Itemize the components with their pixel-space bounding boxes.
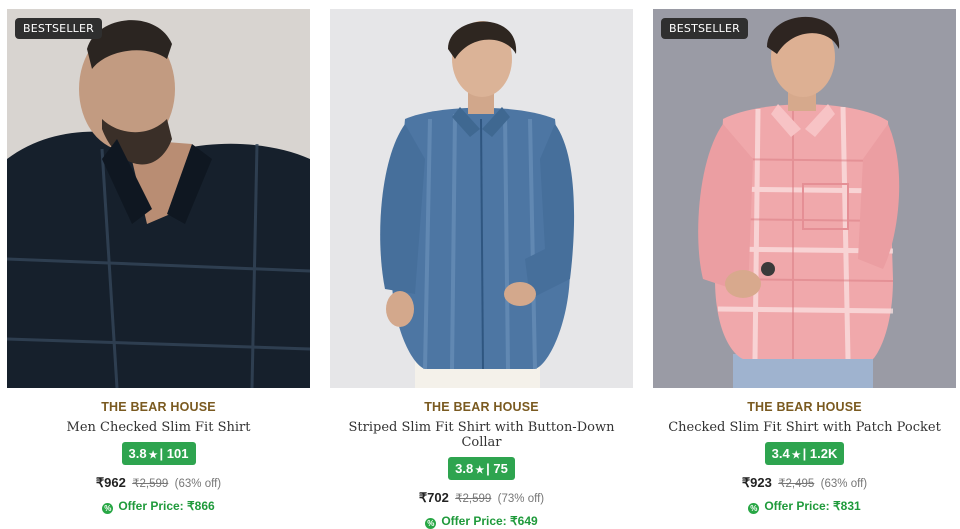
star-icon: ★	[475, 465, 485, 476]
product-brand[interactable]: THE BEAR HOUSE	[7, 400, 310, 414]
mrp-price: ₹2,599	[132, 478, 169, 490]
mrp-price: ₹2,495	[778, 478, 815, 490]
product-image[interactable]: BESTSELLER	[653, 9, 956, 388]
product-photo	[330, 9, 633, 388]
product-photo	[653, 9, 956, 388]
rating-badge: 3.4 ★ | 1.2K	[764, 442, 845, 465]
product-brand[interactable]: THE BEAR HOUSE	[330, 400, 633, 414]
product-title[interactable]: Checked Slim Fit Shirt with Patch Pocket	[653, 420, 956, 435]
rating-badge: 3.8 ★ | 75	[448, 457, 515, 480]
product-image[interactable]: BESTSELLER	[7, 9, 310, 388]
mrp-price: ₹2,599	[455, 493, 492, 505]
price-line: ₹962 ₹2,599 (63% off)	[7, 475, 310, 491]
product-info: THE BEAR HOUSE Striped Slim Fit Shirt wi…	[330, 400, 633, 529]
discount-percent: (63% off)	[174, 478, 222, 490]
rating-count: 75	[493, 461, 508, 476]
product-photo	[7, 9, 310, 388]
offer-price-line: % Offer Price: ₹831	[653, 499, 956, 514]
product-card[interactable]: BESTSELLER THE BEAR HOUSE Men Checked Sl…	[7, 9, 310, 529]
offer-price-line: % Offer Price: ₹649	[330, 514, 633, 529]
offer-price-line: % Offer Price: ₹866	[7, 499, 310, 514]
product-card[interactable]: BESTSELLER THE BEAR HOUSE Checked Slim F…	[653, 9, 956, 529]
offer-percent-icon: %	[425, 518, 437, 529]
offer-price: ₹649	[510, 514, 538, 528]
product-info: THE BEAR HOUSE Men Checked Slim Fit Shir…	[7, 400, 310, 514]
product-title[interactable]: Striped Slim Fit Shirt with Button-Down …	[330, 420, 633, 450]
rating-count: 1.2K	[809, 446, 838, 461]
rating-value: 3.4	[771, 446, 790, 461]
product-brand[interactable]: THE BEAR HOUSE	[653, 400, 956, 414]
product-info: THE BEAR HOUSE Checked Slim Fit Shirt wi…	[653, 400, 956, 514]
product-grid: BESTSELLER THE BEAR HOUSE Men Checked Sl…	[0, 0, 960, 529]
product-title[interactable]: Men Checked Slim Fit Shirt	[7, 420, 310, 435]
rating-value: 3.8	[128, 446, 147, 461]
offer-percent-icon: %	[748, 503, 760, 514]
offer-price: ₹866	[187, 499, 215, 513]
rating-value: 3.8	[455, 461, 474, 476]
star-icon: ★	[148, 450, 158, 461]
offer-percent-icon: %	[102, 503, 114, 514]
product-image[interactable]	[330, 9, 633, 388]
rating-count: 101	[166, 446, 189, 461]
star-icon: ★	[791, 450, 801, 461]
selling-price: ₹962	[95, 475, 126, 490]
offer-label: Offer Price:	[764, 499, 830, 513]
discount-percent: (73% off)	[497, 493, 545, 505]
product-card[interactable]: THE BEAR HOUSE Striped Slim Fit Shirt wi…	[330, 9, 633, 529]
bestseller-badge: BESTSELLER	[15, 18, 102, 39]
rating-badge: 3.8 ★ | 101	[121, 442, 196, 465]
bestseller-badge: BESTSELLER	[661, 18, 748, 39]
selling-price: ₹923	[741, 475, 772, 490]
price-line: ₹923 ₹2,495 (63% off)	[653, 475, 956, 491]
selling-price: ₹702	[418, 490, 449, 505]
offer-price: ₹831	[833, 499, 861, 513]
offer-label: Offer Price:	[441, 514, 507, 528]
offer-label: Offer Price:	[118, 499, 184, 513]
discount-percent: (63% off)	[820, 478, 868, 490]
price-line: ₹702 ₹2,599 (73% off)	[330, 490, 633, 506]
